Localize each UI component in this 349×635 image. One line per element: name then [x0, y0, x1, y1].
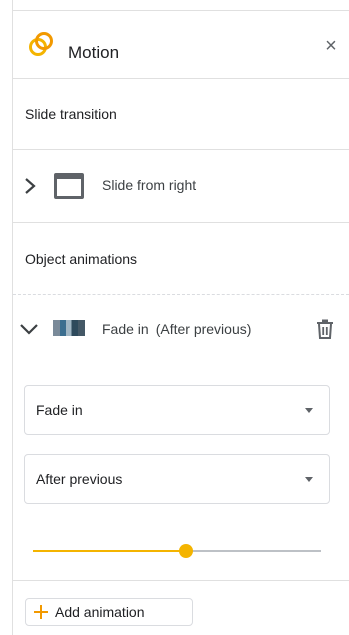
trash-icon[interactable] — [316, 319, 334, 339]
object-thumbnail-icon — [53, 320, 85, 336]
dropdown-caret-icon — [305, 408, 313, 413]
slider-thumb[interactable] — [178, 544, 193, 558]
animations-divider — [13, 222, 349, 223]
slider-fill — [33, 550, 186, 552]
slide-transition-heading: Slide transition — [25, 106, 117, 122]
dashed-divider — [13, 294, 349, 295]
effect-select[interactable]: Fade in — [24, 385, 330, 435]
footer-divider — [13, 580, 349, 581]
animation-effect: Fade in — [102, 321, 149, 337]
effect-select-value: Fade in — [36, 402, 83, 418]
start-select-value: After previous — [36, 471, 123, 487]
animation-label: Fade in (After previous) — [102, 321, 251, 337]
header-divider — [13, 78, 349, 79]
motion-rings-icon — [29, 32, 53, 56]
object-animations-heading: Object animations — [25, 251, 138, 267]
start-condition-select[interactable]: After previous — [24, 454, 330, 504]
add-animation-button[interactable]: Add animation — [25, 598, 193, 626]
slide-thumbnail-icon — [54, 173, 84, 199]
close-icon[interactable]: × — [321, 36, 341, 56]
duration-slider[interactable] — [33, 541, 321, 561]
motion-panel: Motion × Slide transition Slide from rig… — [12, 0, 349, 635]
panel-header: Motion × — [13, 10, 349, 78]
chevron-right-icon[interactable] — [23, 177, 37, 195]
slide-transition-row[interactable]: Slide from right — [13, 150, 349, 222]
chevron-down-icon[interactable] — [19, 322, 39, 336]
dropdown-caret-icon — [305, 477, 313, 482]
animation-item[interactable]: Fade in (After previous) — [13, 306, 349, 352]
panel-title: Motion — [68, 43, 120, 62]
plus-icon — [34, 605, 48, 619]
animation-timing: (After previous) — [155, 321, 252, 337]
transition-label: Slide from right — [102, 177, 197, 193]
add-animation-label: Add animation — [55, 604, 145, 620]
